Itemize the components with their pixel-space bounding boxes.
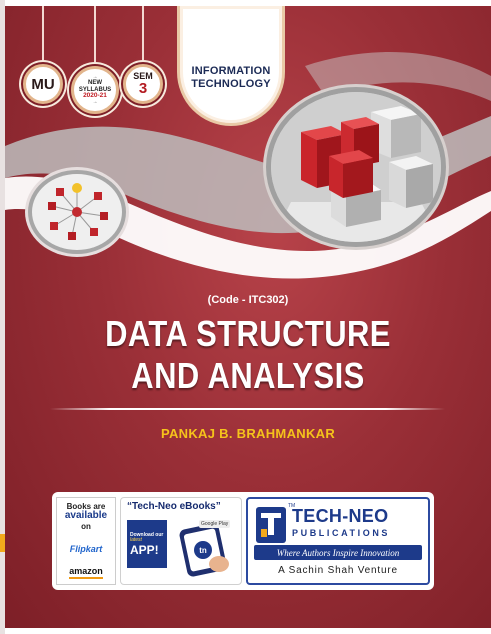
branch-line2: TECHNOLOGY — [191, 77, 271, 90]
3d-blocks-icon — [271, 92, 441, 242]
app-word: APP! — [130, 542, 159, 557]
svg-text:tn: tn — [199, 546, 207, 555]
syllabus-arrow-bottom: → — [92, 98, 98, 105]
ebooks-box: “Tech-Neo eBooks” Download our latest AP… — [120, 497, 242, 585]
amazon-logo: amazon — [69, 566, 103, 579]
publisher-tagline: Where Authors Inspire Innovation — [254, 545, 422, 560]
blocks-illustration — [271, 92, 441, 242]
branch-tab: INFORMATION TECHNOLOGY — [177, 6, 285, 126]
availability-line3: on — [81, 521, 91, 531]
flipkart-logo: Flipkart — [69, 543, 103, 554]
network-nodes-icon — [48, 183, 108, 240]
course-code: (Code - ITC302) — [207, 294, 289, 306]
badge-string — [42, 6, 44, 64]
badge-string — [142, 6, 144, 64]
google-play-badge: Google Play — [199, 520, 231, 528]
branch-line1: INFORMATION — [191, 64, 271, 77]
availability-box: Books are available on Flipkart amazon — [56, 497, 116, 585]
book-title-line1: DATA STRUCTURE — [105, 313, 391, 354]
author-name: PANKAJ B. BRAHMANKAR — [160, 426, 336, 441]
badge-string — [94, 6, 96, 66]
semester-badge: SEM 3 — [123, 64, 163, 104]
publisher-venture: A Sachin Shah Venture — [278, 565, 398, 576]
syllabus-badge: → NEW SYLLABUS 2020-21 → — [71, 66, 119, 114]
publisher-name: TECH-NEO — [292, 506, 389, 526]
availability-line2: available — [64, 510, 108, 522]
network-illustration — [32, 174, 122, 250]
book-title-line2: AND ANALYSIS — [131, 355, 365, 396]
publisher-division: PUBLICATIONS — [292, 528, 391, 538]
semester-number: 3 — [138, 80, 148, 97]
download-app-panel: Download our latest APP! — [127, 520, 167, 568]
tech-neo-logo-icon — [256, 507, 286, 543]
ebooks-heading: “Tech-Neo eBooks” — [127, 501, 221, 512]
university-badge: MU — [23, 64, 63, 104]
publisher-logo-box: TM TECH-NEO PUBLICATIONS Where Authors I… — [246, 497, 430, 585]
university-label: MU — [31, 75, 55, 93]
title-divider — [50, 408, 445, 410]
book-title: DATA STRUCTURE AND ANALYSIS — [39, 313, 457, 397]
